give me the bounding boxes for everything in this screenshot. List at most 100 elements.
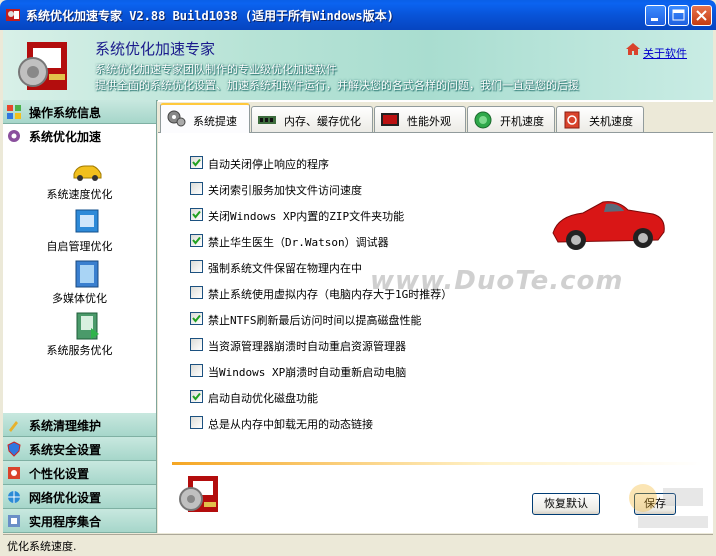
shield-icon: [7, 441, 21, 457]
close-button[interactable]: [691, 5, 712, 26]
sidebar-section-security[interactable]: 系统安全设置: [3, 437, 156, 461]
site-watermark-logo: [629, 484, 708, 528]
monitor-icon: [381, 113, 399, 126]
option-checkbox[interactable]: [190, 234, 203, 247]
option-label: 关闭Windows XP内置的ZIP文件夹功能: [208, 210, 405, 223]
sidebar-item-startup[interactable]: 自启管理优化: [3, 208, 156, 258]
sidebar-item-services[interactable]: 系统服务优化: [3, 312, 156, 362]
sidebar-item-label: 系统服务优化: [46, 344, 113, 357]
status-bar: 优化系统速度.: [3, 534, 713, 554]
maximize-button[interactable]: [668, 5, 689, 26]
gear-icon: [8, 130, 20, 142]
window-title: 系统优化加速专家 V2.88 Build1038 (适用于所有Windows版本…: [26, 9, 394, 23]
tab-performance-appearance[interactable]: 性能外观: [374, 106, 466, 132]
checkmark-icon: [192, 236, 201, 245]
checkmark-icon: [192, 392, 201, 401]
title-bar: 系统优化加速专家 V2.88 Build1038 (适用于所有Windows版本…: [0, 0, 716, 30]
option-checkbox[interactable]: [190, 182, 203, 195]
sidebar-section-network[interactable]: 网络优化设置: [3, 485, 156, 509]
option-checkbox[interactable]: [190, 156, 203, 169]
sports-car-icon: [552, 201, 665, 250]
tools-icon: [8, 515, 20, 527]
sidebar-section-system-info[interactable]: 操作系统信息: [3, 100, 156, 124]
option-checkbox[interactable]: [190, 312, 203, 325]
option-checkbox[interactable]: [190, 416, 203, 429]
power-icon: [474, 111, 492, 129]
app-logo-icon: [18, 42, 67, 90]
personalize-icon: [8, 467, 20, 479]
window-icon: [75, 209, 99, 233]
sidebar-section-label: 个性化设置: [29, 467, 90, 481]
main-panel: 系统提速 内存、缓存优化 性能外观 开机速度 关机速度 自动关闭停止响应的程序关…: [158, 100, 713, 533]
option-label: 启动自动优化磁盘功能: [208, 392, 318, 405]
banner-description: 系统优化加速专家团队制作的专业级优化加速软件 提供全面的系统优化设置、加速系统和…: [95, 62, 579, 94]
sidebar-section-personalize[interactable]: 个性化设置: [3, 461, 156, 485]
header-banner: 系统优化加速专家 系统优化加速专家团队制作的专业级优化加速软件 提供全面的系统优…: [3, 30, 713, 101]
minimize-icon: [651, 18, 658, 21]
sidebar-section-label: 系统优化加速: [29, 130, 102, 144]
app-logo-icon: [179, 476, 218, 512]
film-icon: [75, 260, 99, 288]
option-label: 禁止NTFS刷新最后访问时间以提高磁盘性能: [208, 314, 422, 327]
option-label: 当Windows XP崩溃时自动重新启动电脑: [208, 366, 407, 379]
checkmark-icon: [192, 210, 201, 219]
tab-boot-speed[interactable]: 开机速度: [467, 106, 555, 132]
sidebar-item-label: 多媒体优化: [52, 292, 107, 305]
tab-strip: 系统提速 内存、缓存优化 性能外观 开机速度 关机速度: [158, 102, 713, 133]
about-software-link[interactable]: 关于软件: [643, 45, 687, 61]
tab-system-speedup[interactable]: 系统提速: [160, 103, 250, 133]
status-text: 优化系统速度.: [7, 540, 77, 553]
tab-label: 开机速度: [500, 115, 544, 128]
sidebar-section-cleanup[interactable]: 系统清理维护: [3, 413, 156, 437]
sidebar: 操作系统信息 系统优化加速 系统速度优化 自启管理优化 多媒体优化 系统服务优化…: [3, 100, 157, 533]
car-icon: [73, 165, 102, 181]
windows-flag-icon: [7, 105, 21, 119]
checkmark-icon: [192, 314, 201, 323]
memory-chip-icon: [258, 116, 276, 124]
watermark-text: www.DuoTe.com: [370, 266, 624, 296]
option-checkbox[interactable]: [190, 286, 203, 299]
banner-app-name: 系统优化加速专家: [95, 40, 216, 58]
sidebar-section-label: 系统清理维护: [29, 419, 102, 433]
sidebar-section-label: 操作系统信息: [29, 106, 102, 120]
service-icon: [76, 312, 99, 340]
shutdown-icon: [564, 111, 580, 129]
option-checkbox[interactable]: [190, 390, 203, 403]
option-checkbox[interactable]: [190, 338, 203, 351]
option-label: 关闭索引服务加快文件访问速度: [208, 184, 362, 197]
sidebar-section-label: 网络优化设置: [29, 491, 102, 505]
tab-label: 系统提速: [193, 115, 237, 128]
tab-label: 性能外观: [407, 115, 451, 128]
checkmark-icon: [192, 158, 201, 167]
sidebar-item-speed[interactable]: 系统速度优化: [3, 156, 156, 206]
tab-label: 关机速度: [589, 115, 633, 128]
banner-desc-line1: 系统优化加速专家团队制作的专业级优化加速软件: [95, 63, 337, 76]
broom-icon: [9, 421, 18, 432]
tab-memory-cache[interactable]: 内存、缓存优化: [251, 106, 373, 132]
option-label: 强制系统文件保留在物理内在中: [208, 262, 362, 275]
option-checkbox[interactable]: [190, 364, 203, 377]
sidebar-item-label: 自启管理优化: [46, 240, 113, 253]
sidebar-item-multimedia[interactable]: 多媒体优化: [3, 260, 156, 310]
gear-icon: [167, 110, 186, 127]
option-label: 当资源管理器崩溃时自动重启资源管理器: [208, 340, 406, 353]
sidebar-section-optimize[interactable]: 系统优化加速: [3, 124, 156, 148]
option-label: 自动关闭停止响应的程序: [208, 158, 329, 171]
app-icon: [6, 9, 20, 21]
maximize-icon: [672, 9, 685, 21]
sidebar-item-label: 系统速度优化: [46, 188, 113, 201]
sidebar-section-label: 系统安全设置: [29, 443, 102, 457]
minimize-button[interactable]: [645, 5, 666, 26]
option-label: 禁止华生医生（Dr.Watson）调试器: [208, 236, 389, 249]
network-icon: [8, 491, 20, 503]
home-icon: [626, 43, 640, 55]
restore-defaults-button[interactable]: 恢复默认: [532, 493, 600, 515]
banner-desc-line2: 提供全面的系统优化设置、加速系统和软件运行，并解决您的各式各样的问题，我们一直是…: [95, 79, 579, 92]
tab-shutdown-speed[interactable]: 关机速度: [556, 106, 644, 132]
option-checkbox[interactable]: [190, 208, 203, 221]
divider: [172, 462, 702, 465]
option-checkbox[interactable]: [190, 260, 203, 273]
sidebar-section-tools[interactable]: 实用程序集合: [3, 509, 156, 533]
tab-label: 内存、缓存优化: [284, 115, 361, 128]
option-label: 总是从内存中卸载无用的动态链接: [208, 418, 373, 431]
